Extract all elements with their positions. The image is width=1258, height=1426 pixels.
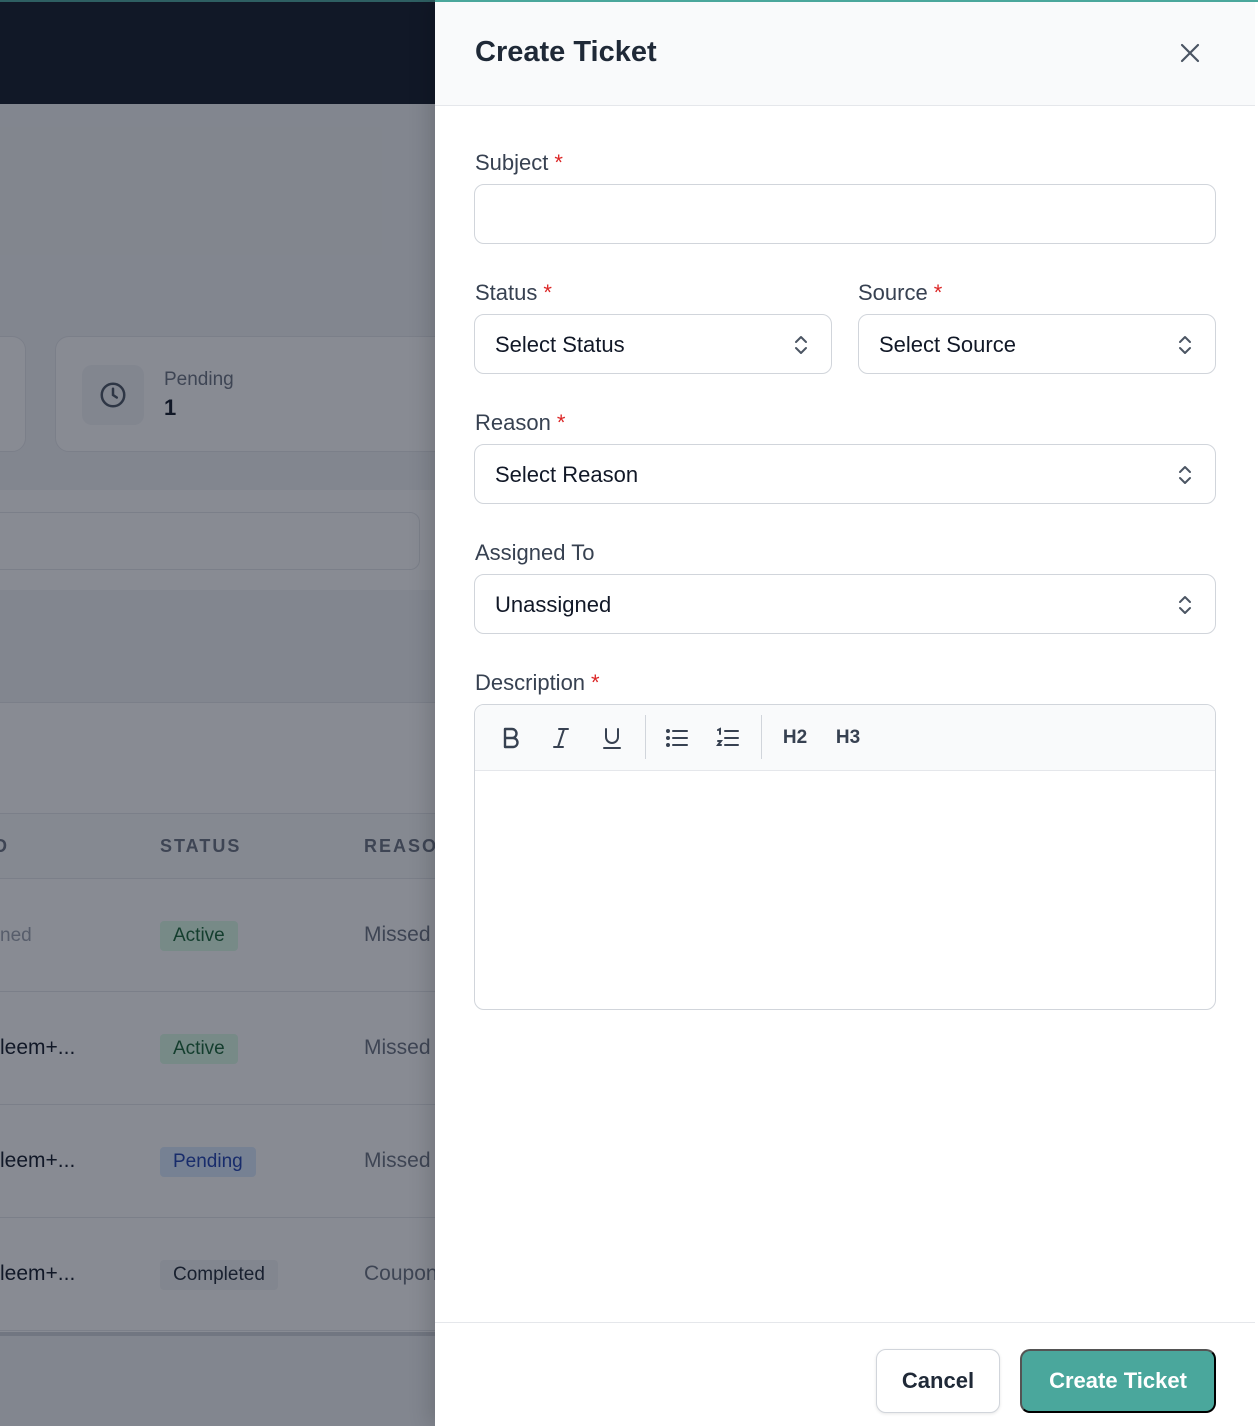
drawer-header: Create Ticket: [435, 2, 1255, 106]
chevron-updown-icon: [795, 336, 807, 354]
source-label-text: Source: [858, 280, 928, 305]
italic-icon: [553, 728, 569, 748]
underline-button[interactable]: [592, 719, 632, 757]
required-marker: *: [591, 670, 600, 695]
source-select[interactable]: Select Source: [858, 314, 1216, 374]
editor-toolbar: H2 H3: [475, 705, 1215, 771]
required-marker: *: [543, 280, 552, 305]
reason-select-value: Select Reason: [495, 462, 639, 487]
chevron-updown-icon: [1179, 596, 1191, 614]
status-label: Status *: [475, 280, 552, 306]
required-marker: *: [556, 410, 566, 435]
status-label-text: Status: [475, 280, 538, 305]
status-select-value: Select Status: [495, 332, 625, 357]
drawer-footer: Cancel Create Ticket: [435, 1322, 1255, 1426]
create-ticket-button[interactable]: Create Ticket: [1020, 1349, 1216, 1413]
reason-label-text: Reason: [475, 410, 551, 435]
subject-label-text: Subject: [475, 150, 549, 175]
source-label: Source *: [858, 280, 942, 306]
chevron-updown-icon: [1179, 466, 1191, 484]
description-label-text: Description: [475, 670, 586, 695]
close-icon: [1180, 43, 1200, 63]
cancel-button[interactable]: Cancel: [876, 1349, 1000, 1413]
status-select[interactable]: Select Status: [474, 314, 832, 374]
assigned-to-label: Assigned To: [475, 540, 595, 565]
source-select-value: Select Source: [879, 332, 1016, 357]
chevron-updown-icon: [1179, 336, 1191, 354]
heading-3-label: H3: [835, 727, 861, 748]
reason-select[interactable]: Select Reason: [474, 444, 1216, 504]
bullet-list-icon: [666, 729, 688, 747]
description-textarea[interactable]: [475, 771, 1215, 1009]
ordered-list-icon: [716, 727, 739, 746]
required-marker: *: [554, 150, 563, 175]
italic-button[interactable]: [541, 719, 581, 757]
description-editor: H2 H3: [474, 704, 1216, 1010]
heading-2-label: H2: [782, 727, 808, 748]
subject-label: Subject *: [475, 150, 563, 176]
close-button[interactable]: [1175, 38, 1205, 68]
description-label: Description *: [475, 670, 600, 696]
required-marker: *: [933, 280, 943, 305]
toolbar-divider: [645, 715, 646, 759]
bold-button[interactable]: [491, 719, 531, 757]
assigned-to-select-value: Unassigned: [495, 592, 612, 617]
underline-icon: [603, 728, 621, 749]
heading-2-button[interactable]: H2: [775, 719, 815, 757]
bold-icon: [503, 727, 519, 749]
assigned-to-select[interactable]: Unassigned: [474, 574, 1216, 634]
reason-label: Reason *: [475, 410, 565, 436]
ordered-list-button[interactable]: [708, 719, 748, 757]
toolbar-divider: [761, 715, 762, 759]
heading-3-button[interactable]: H3: [828, 719, 868, 757]
bullet-list-button[interactable]: [657, 719, 697, 757]
drawer-title: Create Ticket: [475, 36, 657, 68]
subject-input[interactable]: [474, 184, 1216, 244]
create-ticket-drawer: Create Ticket Subject * Status * Select St…: [435, 0, 1258, 1426]
